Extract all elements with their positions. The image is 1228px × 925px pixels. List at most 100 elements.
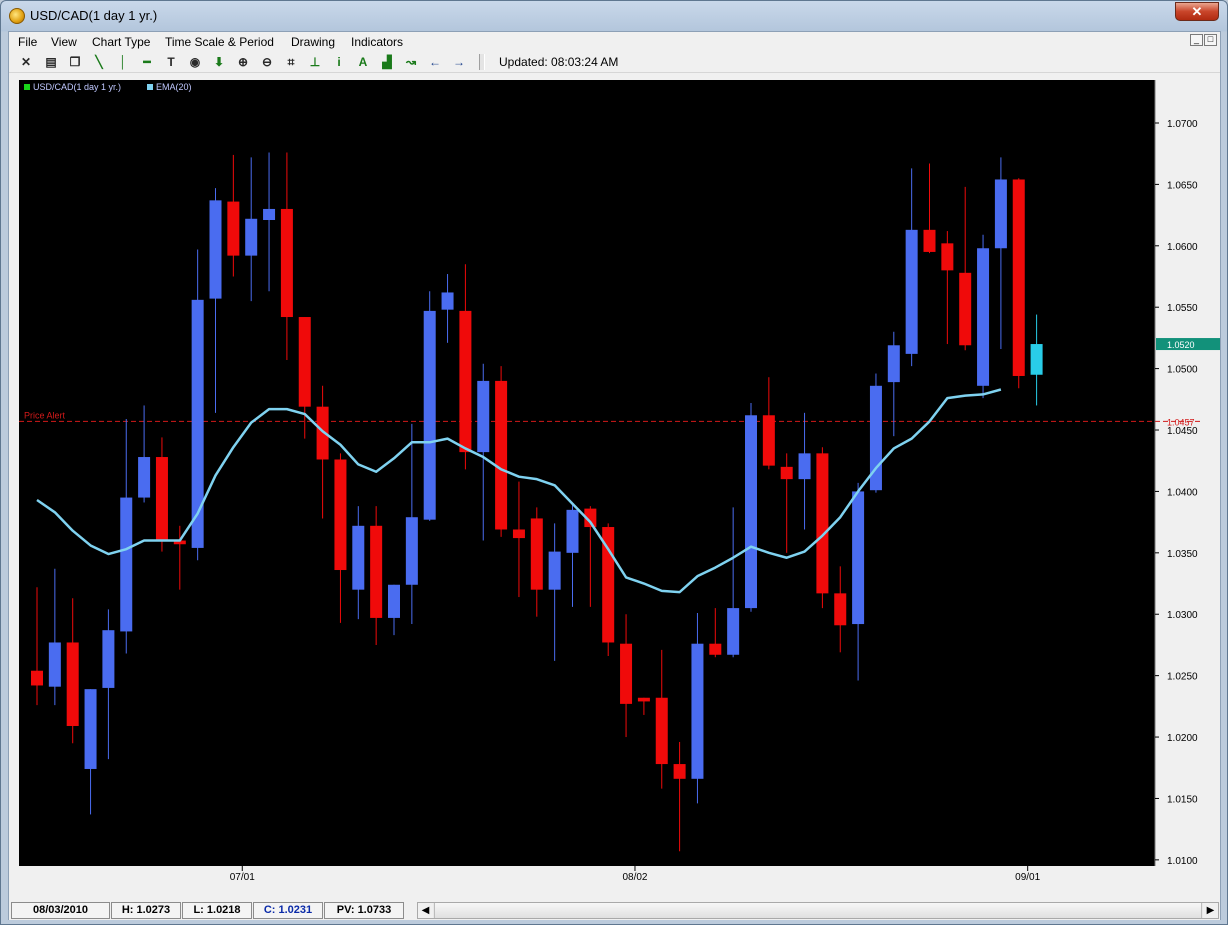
candle-body	[459, 310, 472, 453]
y-tick-label: 1.0700	[1167, 119, 1198, 130]
candle-body	[637, 697, 650, 702]
menu-chart-type[interactable]: Chart Type	[92, 35, 150, 49]
toolbar-separator	[479, 54, 485, 70]
y-tick-label: 1.0100	[1167, 856, 1198, 867]
candle-body	[84, 689, 97, 769]
candle-body	[959, 272, 972, 346]
chart-legend: USD/CAD(1 day 1 yr.) EMA(20)	[24, 82, 192, 92]
scroll-left-arrow-icon[interactable]: ◀	[418, 903, 433, 918]
candle-body	[495, 380, 508, 530]
candle-body	[512, 529, 525, 539]
x-tick-label: 07/01	[230, 872, 255, 883]
y-tick-label: 1.0450	[1167, 426, 1198, 437]
candle-body	[655, 697, 668, 765]
menu-view[interactable]: View	[51, 35, 77, 49]
zoom-out-icon[interactable]: ⊖	[258, 54, 276, 70]
candle-body	[620, 643, 633, 704]
candle-body	[263, 208, 276, 221]
print-icon[interactable]: ▤	[42, 54, 60, 70]
line-draw-icon[interactable]: ╲	[90, 54, 108, 70]
bar-chart-icon[interactable]: ▟	[378, 54, 396, 70]
x-tick-label: 08/02	[622, 872, 647, 883]
legend-ema-label: EMA(20)	[156, 82, 192, 92]
candle-body	[477, 380, 490, 453]
annotation-a-icon[interactable]: A	[354, 54, 372, 70]
scroll-right-arrow-icon[interactable]: ▶	[1203, 903, 1218, 918]
close-button[interactable]: ✕	[1175, 2, 1219, 21]
vertical-line-icon[interactable]: │	[114, 54, 132, 70]
app-logo-icon	[9, 8, 25, 24]
copy-icon[interactable]: ❐	[66, 54, 84, 70]
crosshair-icon[interactable]: ✕	[17, 54, 35, 70]
title-bar[interactable]: USD/CAD(1 day 1 yr.) ✕	[1, 1, 1227, 31]
scroll-right-icon[interactable]: →	[450, 54, 468, 70]
candle-body	[905, 229, 918, 354]
menu-indicators[interactable]: Indicators	[351, 35, 403, 49]
candle-body	[566, 509, 579, 553]
candle-body	[816, 453, 829, 594]
candle-body	[923, 229, 936, 252]
updated-timestamp: Updated: 08:03:24 AM	[499, 55, 619, 69]
candle-body	[227, 201, 240, 256]
candle-body	[370, 525, 383, 618]
info-icon[interactable]: i	[330, 54, 348, 70]
candle-body	[852, 491, 865, 625]
y-tick-label: 1.0250	[1167, 672, 1198, 683]
candle-body	[388, 584, 400, 618]
baseline-icon[interactable]: ⊥	[306, 54, 324, 70]
menu-time-scale-period[interactable]: Time Scale & Period	[165, 35, 274, 49]
line-chart-icon[interactable]: ↝	[402, 54, 420, 70]
candle-body	[120, 497, 133, 632]
candle-body	[138, 457, 151, 498]
candle-body	[405, 517, 418, 585]
menu-bar: File View Chart Type Time Scale & Period…	[9, 32, 1220, 52]
status-pv: PV: 1.0733	[324, 902, 404, 919]
zoom-in-icon[interactable]: ⊕	[234, 54, 252, 70]
text-tool-icon[interactable]: T	[162, 54, 180, 70]
candle-body	[887, 345, 900, 383]
candle-body	[548, 551, 561, 590]
candle-body	[727, 608, 740, 655]
mdi-minimize-button[interactable]: _	[1190, 34, 1203, 46]
candle-body	[530, 518, 543, 590]
candle-body	[780, 466, 793, 480]
price-chart[interactable]: USD/CAD(1 day 1 yr.) EMA(20) 1.0700 1.065…	[17, 78, 1221, 886]
x-tick-label: 09/01	[1015, 872, 1040, 883]
mdi-restore-button[interactable]: □	[1204, 34, 1217, 46]
scroll-left-icon[interactable]: ←	[426, 54, 444, 70]
status-high: H: 1.0273	[111, 902, 181, 919]
y-tick-label: 1.0150	[1167, 794, 1198, 805]
candle-body	[834, 593, 847, 626]
price-alert-value: 1.0457	[1167, 417, 1195, 427]
candle-body	[1030, 344, 1043, 375]
status-low: L: 1.0218	[182, 902, 252, 919]
candle-body	[1012, 179, 1025, 376]
y-tick-label: 1.0550	[1167, 303, 1198, 314]
scroll-thumb[interactable]	[434, 903, 1202, 918]
candle-body	[209, 200, 222, 299]
candle-body	[245, 218, 258, 256]
horizontal-scrollbar[interactable]: ◀ ▶	[417, 902, 1219, 919]
legend-price-label: USD/CAD(1 day 1 yr.)	[33, 82, 121, 92]
candle-body	[102, 630, 115, 688]
candle-body	[31, 670, 43, 686]
target-icon[interactable]: ◉	[186, 54, 204, 70]
y-tick-label: 1.0200	[1167, 733, 1198, 744]
candle-body	[423, 310, 436, 520]
menu-file[interactable]: File	[18, 35, 37, 49]
price-alert-label: Price Alert	[24, 410, 66, 420]
menu-drawing[interactable]: Drawing	[291, 35, 335, 49]
arrow-down-icon[interactable]: ⬇	[210, 54, 228, 70]
y-tick-label: 1.0300	[1167, 610, 1198, 621]
horizontal-line-icon[interactable]: ━	[138, 54, 156, 70]
status-close: C: 1.0231	[253, 902, 323, 919]
candle-body	[673, 764, 686, 779]
y-tick-label: 1.0400	[1167, 487, 1198, 498]
candle-body	[762, 415, 775, 466]
candle-body	[66, 642, 79, 726]
last-price-marker: 1.0520	[1156, 338, 1220, 351]
legend-ema-swatch	[147, 84, 153, 90]
candle-body	[441, 292, 454, 310]
fit-icon[interactable]: ⌗	[282, 54, 300, 70]
candle-body	[691, 643, 704, 779]
